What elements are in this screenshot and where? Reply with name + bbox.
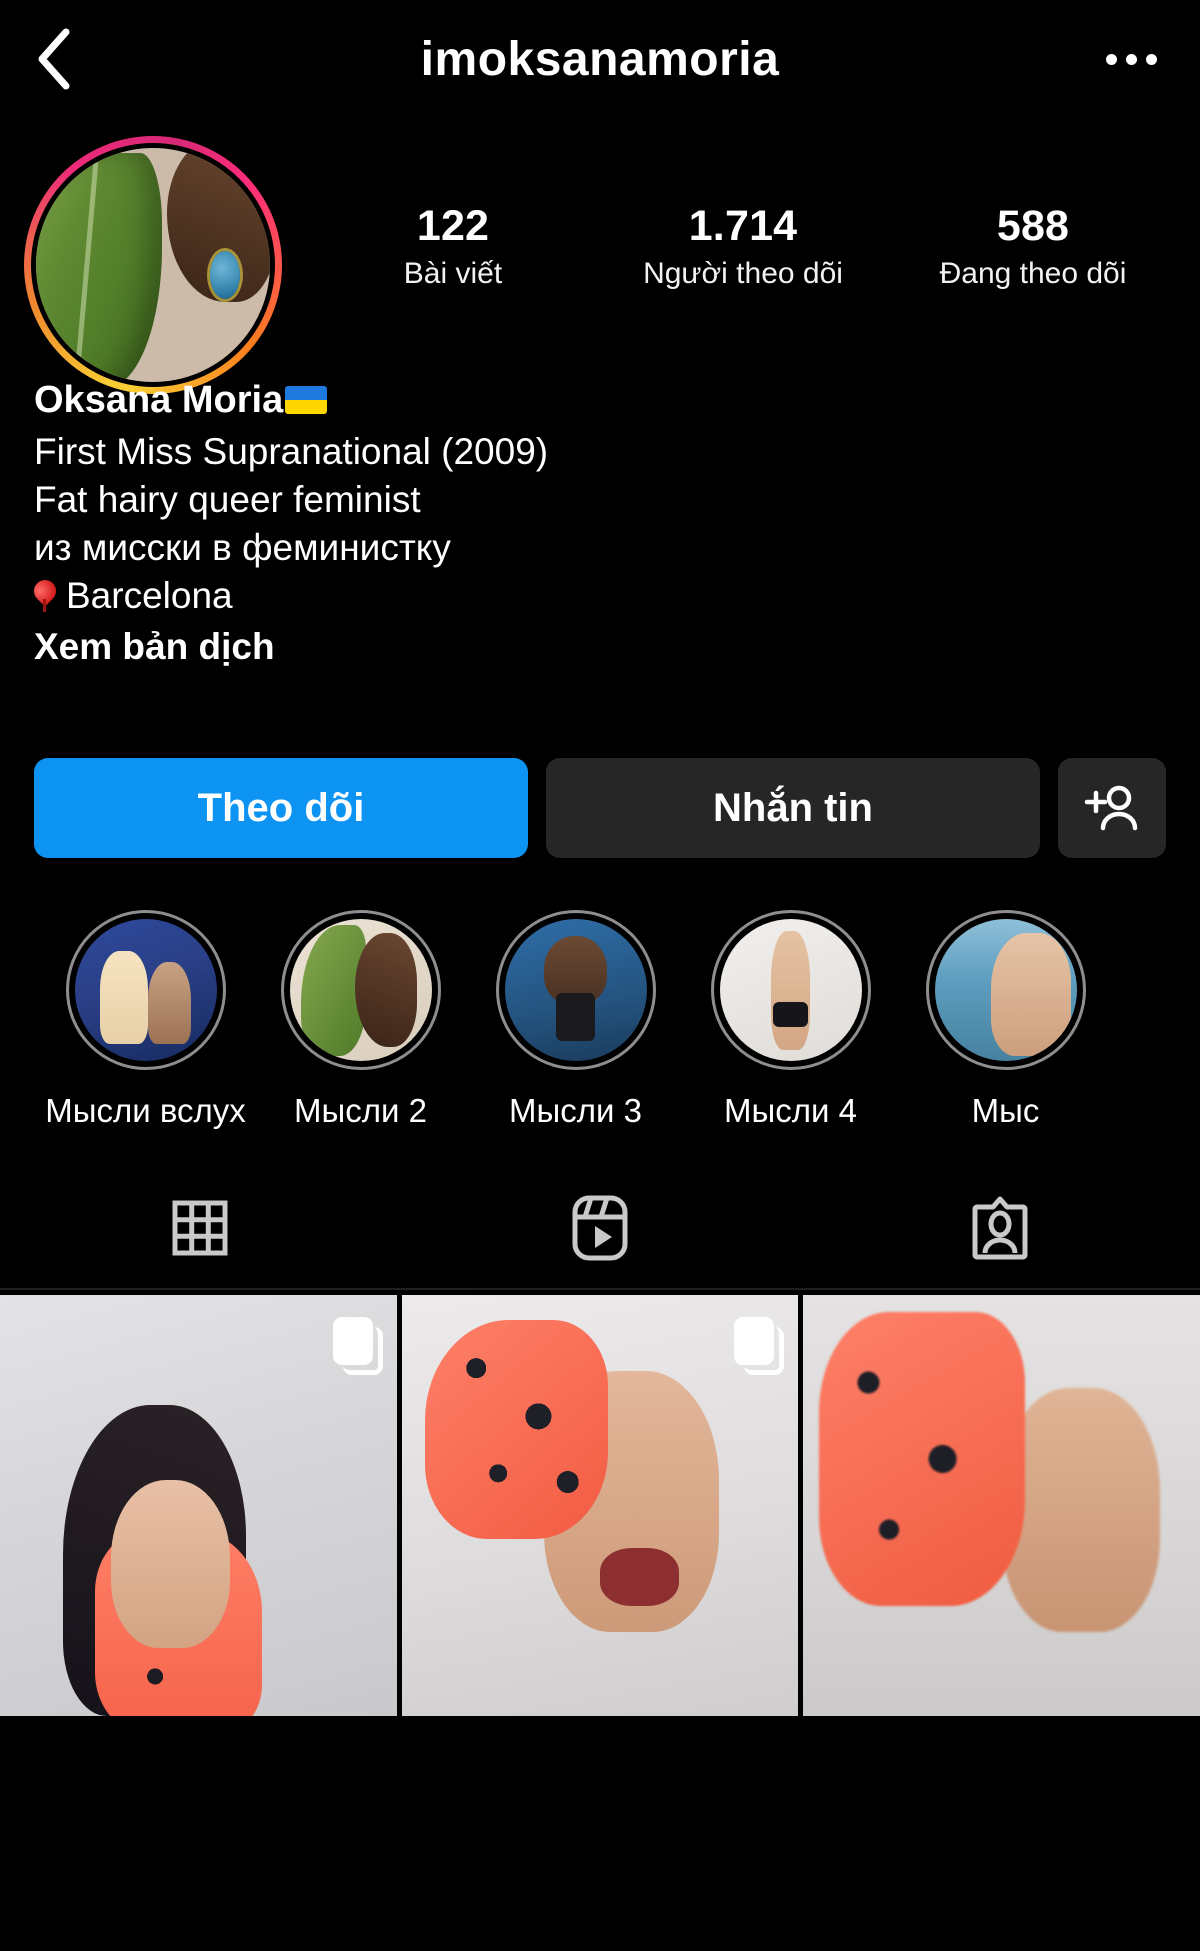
avatar-leaf <box>36 152 163 382</box>
highlight-item[interactable]: Мысли 2 <box>253 910 468 1130</box>
avatar-container[interactable] <box>0 136 300 394</box>
highlight-item[interactable]: Мыс <box>898 910 1113 1130</box>
highlight-label: Мысли 3 <box>509 1092 642 1130</box>
highlight-ring <box>925 910 1086 1071</box>
bio-line-3: из мисски в феминистку <box>34 527 451 569</box>
highlight-item[interactable]: Мысли 3 <box>468 910 683 1130</box>
post-photo-layer <box>599 1547 680 1607</box>
highlight-item[interactable]: Мысли 4 <box>683 910 898 1130</box>
tab-reels[interactable] <box>400 1168 800 1288</box>
following-count: 588 <box>996 202 1070 250</box>
stat-followers[interactable]: 1.714 Người theo dõi <box>598 202 888 291</box>
tab-tagged[interactable] <box>800 1168 1200 1288</box>
add-person-button[interactable] <box>1058 758 1166 859</box>
posts-count: 122 <box>416 202 490 250</box>
highlight-label: Мыс <box>971 1092 1040 1130</box>
highlight-ring <box>65 910 226 1071</box>
post-photo-layer <box>1001 1387 1161 1632</box>
profile-stats: 122 Bài viết 1.714 Người theo dõi 588 Đa… <box>300 136 1200 291</box>
profile-bio: Oksana Moria First Miss Supranational (2… <box>0 368 1200 672</box>
back-button[interactable] <box>34 24 90 94</box>
profile-summary: 122 Bài viết 1.714 Người theo dõi 588 Đa… <box>0 118 1200 394</box>
stat-following[interactable]: 588 Đang theo dõi <box>888 202 1178 291</box>
display-name: Oksana Moria <box>34 379 284 421</box>
highlight-thumbnail <box>74 919 217 1062</box>
grid-icon <box>172 1200 228 1256</box>
bio-line-1: First Miss Supranational (2009) <box>34 430 549 472</box>
stat-posts[interactable]: 122 Bài viết <box>308 202 598 291</box>
display-name-row: Oksana Moria <box>34 374 1166 428</box>
highlight-ring <box>495 910 656 1071</box>
post-photo-layer <box>425 1320 608 1540</box>
page-title: imoksanamoria <box>420 32 780 86</box>
message-button[interactable]: Nhắn tin <box>546 758 1040 859</box>
post-photo-layer <box>111 1480 231 1649</box>
more-options-dot <box>1145 53 1157 65</box>
avatar[interactable] <box>36 148 270 382</box>
post-thumbnail[interactable] <box>0 1295 397 1716</box>
bio-line-2: Fat hairy queer feminist <box>34 479 421 521</box>
more-options-button[interactable] <box>1096 24 1166 94</box>
more-options-dot <box>1125 53 1137 65</box>
avatar-earring <box>209 250 240 299</box>
highlight-thumbnail <box>934 919 1077 1062</box>
location-pin-icon <box>34 580 56 613</box>
bio-location-row: Barcelona <box>34 572 1166 620</box>
post-thumbnail[interactable] <box>401 1295 799 1716</box>
instagram-profile-screen: imoksanamoria 122 Bài viết 1.714 Người t… <box>0 0 1200 1951</box>
bio-location: Barcelona <box>66 575 233 617</box>
follow-button[interactable]: Theo dõi <box>34 758 528 859</box>
highlight-thumbnail <box>289 919 432 1062</box>
add-person-icon <box>1084 786 1138 831</box>
ukraine-flag-icon <box>285 386 328 414</box>
carousel-icon <box>332 1317 383 1376</box>
avatar-inner <box>31 143 275 387</box>
post-grid <box>0 1295 1200 1716</box>
highlight-thumbnail <box>719 919 862 1062</box>
following-label: Đang theo dõi <box>939 257 1127 291</box>
profile-actions: Theo dõi Nhắn tin <box>0 672 1200 859</box>
app-header: imoksanamoria <box>0 0 1200 118</box>
tab-grid[interactable] <box>0 1168 400 1288</box>
highlight-label: Мысли вслух <box>45 1092 246 1130</box>
posts-label: Bài viết <box>403 257 503 291</box>
post-photo-layer <box>819 1312 1026 1607</box>
highlight-thumbnail <box>504 919 647 1062</box>
reels-icon <box>572 1195 628 1261</box>
see-translation-link[interactable]: Xem bản dịch <box>34 622 1166 672</box>
highlight-ring <box>710 910 871 1071</box>
followers-label: Người theo dõi <box>643 257 843 291</box>
profile-tabs <box>0 1168 1200 1291</box>
story-highlights[interactable]: Мысли вслух Мысли 2 Мысли 3 Мысли 4 Мыс <box>0 858 1200 1130</box>
chevron-left-icon <box>38 28 70 90</box>
story-ring[interactable] <box>24 136 282 394</box>
highlight-label: Мысли 2 <box>294 1092 427 1130</box>
highlight-ring <box>280 910 441 1071</box>
highlight-item[interactable]: Мысли вслух <box>38 910 253 1130</box>
tagged-person-icon <box>972 1196 1028 1260</box>
highlight-label: Мысли 4 <box>724 1092 857 1130</box>
carousel-icon <box>734 1317 785 1376</box>
more-options-dot <box>1105 53 1117 65</box>
post-thumbnail[interactable] <box>803 1295 1200 1716</box>
followers-count: 1.714 <box>688 202 798 250</box>
